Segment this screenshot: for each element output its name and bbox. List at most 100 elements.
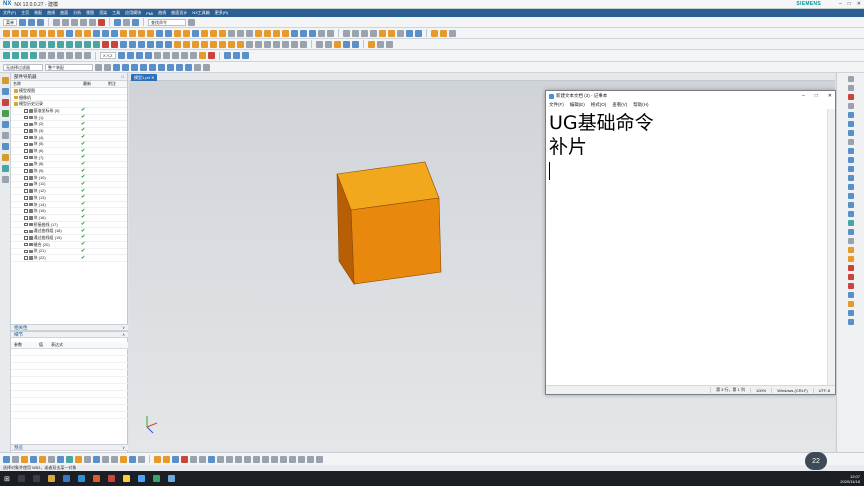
pocket-icon[interactable] <box>84 29 91 37</box>
assembly-navigator-icon[interactable] <box>1 88 9 95</box>
chevron-up-icon[interactable]: ∧ <box>122 332 125 337</box>
visibility-checkbox[interactable] <box>24 169 28 173</box>
offset-icon[interactable] <box>847 166 854 172</box>
hide-icon[interactable] <box>343 40 350 48</box>
trim-curve-icon[interactable] <box>102 40 109 48</box>
helix-icon[interactable] <box>847 274 854 280</box>
visibility-checkbox[interactable] <box>24 109 28 113</box>
menu-view[interactable]: 查看(V) <box>612 102 627 108</box>
visibility-checkbox[interactable] <box>24 196 28 200</box>
extend-icon[interactable] <box>847 193 854 199</box>
scale-icon[interactable] <box>847 229 854 235</box>
menu-file[interactable]: 文件(F) <box>549 102 564 108</box>
cone-icon[interactable] <box>48 29 55 37</box>
analysis-icon[interactable] <box>223 52 231 59</box>
tab-pmi[interactable]: PMI <box>146 11 153 16</box>
snap-icon[interactable] <box>12 455 19 463</box>
edge-icon[interactable] <box>62 475 70 482</box>
notepad-task-icon[interactable] <box>167 475 175 482</box>
datum-plane-icon[interactable] <box>291 29 298 37</box>
cube-front-face[interactable] <box>350 197 442 285</box>
edit-icon[interactable] <box>154 455 161 463</box>
menu-help[interactable]: 帮助(H) <box>633 102 648 108</box>
sketch-extend-icon[interactable] <box>48 52 55 59</box>
animate-dimension-icon[interactable] <box>171 52 179 59</box>
helix-icon[interactable] <box>39 40 46 48</box>
rectangle-tool-icon[interactable] <box>190 455 197 463</box>
visibility-checkbox[interactable] <box>24 209 28 213</box>
close-icon[interactable]: ✕ <box>828 93 832 99</box>
search-icon[interactable] <box>17 475 25 482</box>
pan-icon[interactable] <box>361 29 368 37</box>
match-edge-icon[interactable] <box>246 40 253 48</box>
surface-icon[interactable] <box>847 292 854 298</box>
auto-constraint-icon[interactable] <box>135 52 143 59</box>
move-object-icon[interactable] <box>163 455 170 463</box>
rotate-icon[interactable] <box>370 29 377 37</box>
visibility-checkbox[interactable] <box>24 129 28 133</box>
bounded-plane-icon[interactable] <box>165 40 172 48</box>
tab-assembly[interactable]: 装配 <box>34 10 42 16</box>
visibility-checkbox[interactable] <box>24 162 28 167</box>
tab-analysis[interactable]: 分析 <box>73 10 81 16</box>
new-icon[interactable] <box>19 18 26 26</box>
trim-icon[interactable] <box>847 184 854 190</box>
alternate-solution-icon[interactable] <box>162 52 170 59</box>
visibility-checkbox[interactable] <box>24 256 28 260</box>
delete-icon[interactable] <box>98 18 105 26</box>
make-corner-icon[interactable] <box>244 455 251 463</box>
layer-settings-icon[interactable] <box>66 455 73 463</box>
sphere-icon[interactable] <box>57 29 64 37</box>
snap-intersection-icon[interactable] <box>158 63 165 71</box>
through-curves-icon[interactable] <box>129 40 136 48</box>
axis-icon[interactable] <box>847 121 854 127</box>
tab-applications[interactable]: 应用模块 <box>125 10 141 16</box>
visibility-checkbox[interactable] <box>24 222 28 227</box>
sketch-curve-icon[interactable] <box>847 265 854 271</box>
plane-icon[interactable] <box>847 112 854 118</box>
swept-icon[interactable] <box>147 40 154 48</box>
measure-body-icon[interactable] <box>440 29 447 37</box>
copy-view-icon[interactable] <box>138 455 145 463</box>
extension-sheet-icon[interactable] <box>183 40 190 48</box>
hole-icon[interactable] <box>66 29 73 37</box>
select-all-icon[interactable] <box>95 63 102 71</box>
patch-icon[interactable] <box>201 29 208 37</box>
clipboard-icon[interactable] <box>111 455 118 463</box>
snap-existing-icon[interactable] <box>167 63 174 71</box>
sketch-arc-icon[interactable] <box>12 52 19 59</box>
line-icon[interactable] <box>847 76 854 82</box>
text-curve-icon[interactable] <box>48 40 55 48</box>
groove-icon[interactable] <box>282 29 289 37</box>
intersection-tool-icon[interactable] <box>280 455 287 463</box>
save-icon[interactable] <box>37 18 44 26</box>
office-icon[interactable] <box>92 475 100 482</box>
wcs-dynamic-icon[interactable] <box>48 455 55 463</box>
bridge-curve-icon[interactable] <box>84 40 91 48</box>
section-surface-icon[interactable] <box>300 40 307 48</box>
visibility-checkbox[interactable] <box>24 236 28 240</box>
details-col-parameter[interactable]: 参数 <box>14 342 39 348</box>
tab-render[interactable]: 渲染 <box>99 10 107 16</box>
text-icon[interactable] <box>847 139 854 145</box>
menu-button[interactable]: 菜单 <box>3 18 17 26</box>
pattern-feature-icon[interactable] <box>210 29 217 37</box>
type-filter-select[interactable]: 无选择过滤器 <box>3 63 43 71</box>
emboss-icon[interactable] <box>273 29 280 37</box>
subtract-icon[interactable] <box>102 29 109 37</box>
visibility-checkbox[interactable] <box>24 176 28 180</box>
tab-view[interactable]: 视图 <box>86 10 94 16</box>
sketch-line-icon[interactable] <box>3 52 10 59</box>
shaded-icon[interactable] <box>379 29 386 37</box>
open-icon[interactable] <box>28 18 35 26</box>
column-uptodate[interactable]: 最新 <box>83 81 108 87</box>
blank-icon[interactable] <box>386 40 393 48</box>
tab-surface[interactable]: 曲面 <box>60 10 68 16</box>
variable-offset-icon[interactable] <box>291 40 298 48</box>
orient-icon[interactable] <box>30 455 37 463</box>
extrude-icon[interactable] <box>12 29 19 37</box>
bridge-icon[interactable] <box>847 175 854 181</box>
zoom-icon[interactable] <box>352 29 359 37</box>
circle-icon[interactable] <box>847 94 854 100</box>
undo-icon[interactable] <box>53 18 60 26</box>
